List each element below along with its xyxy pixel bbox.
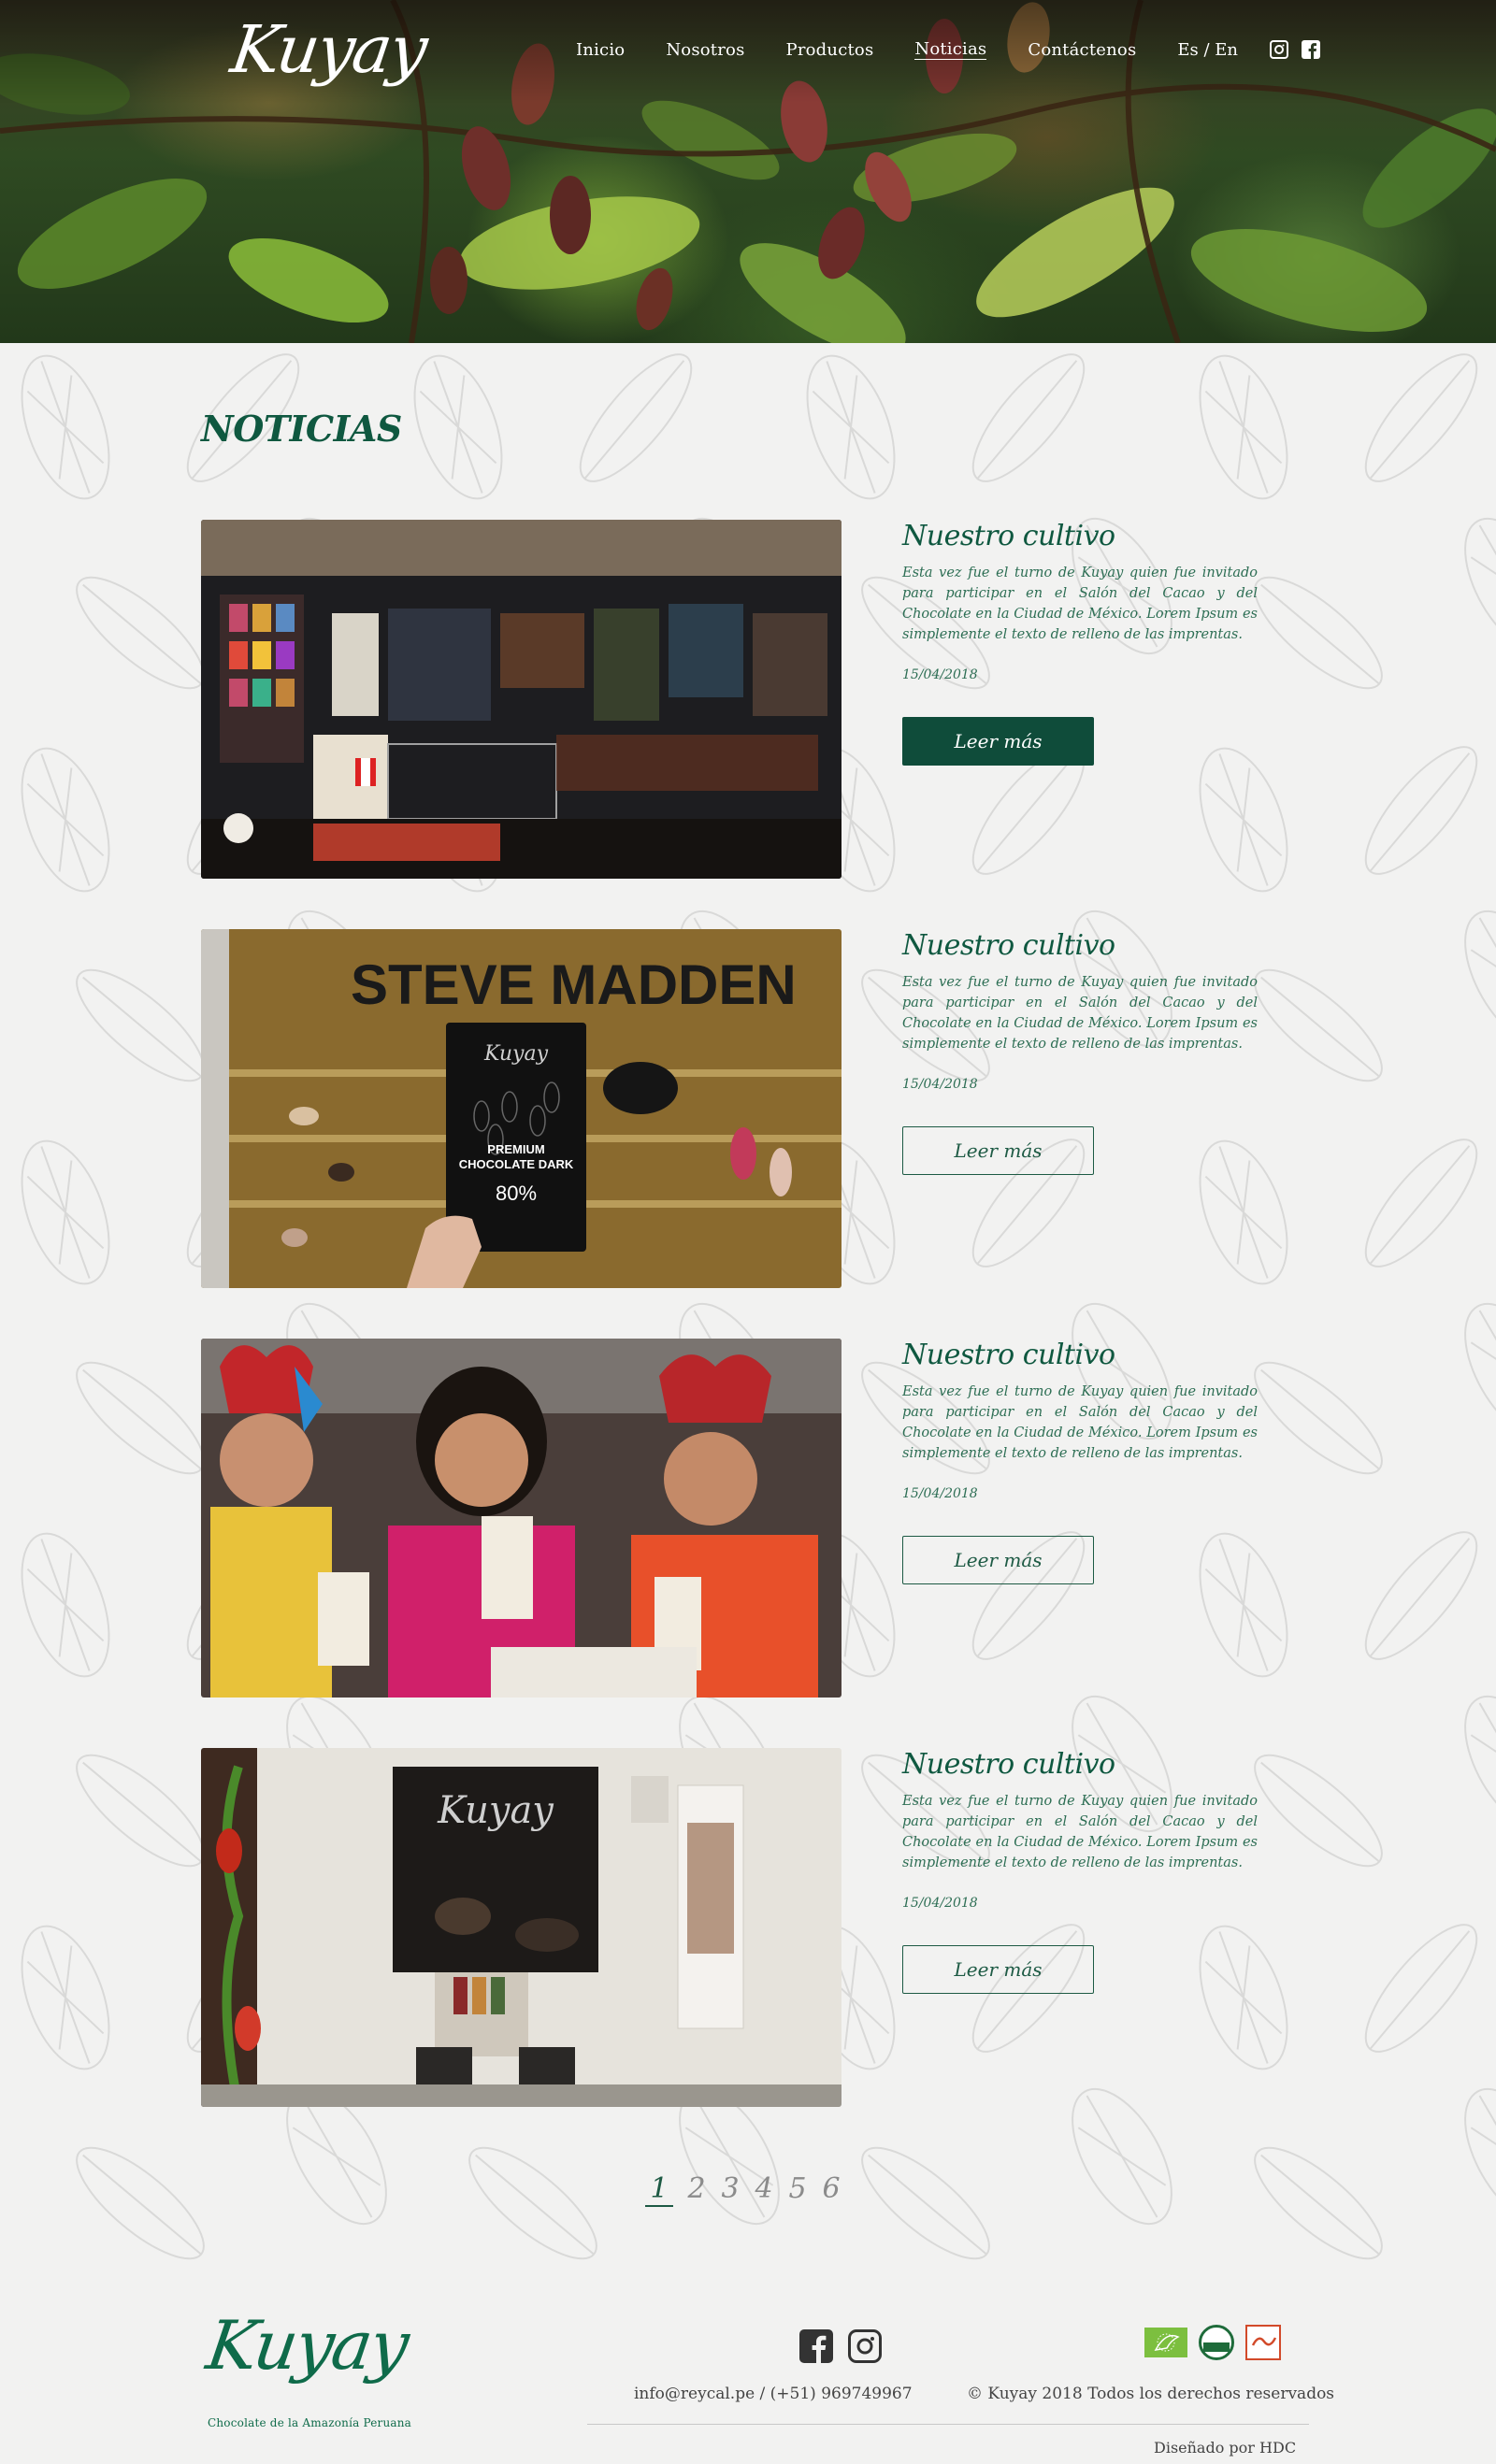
news-article: Nuestro cultivo Esta vez fue el turno de… xyxy=(201,1339,1286,1698)
hero-banner: Kuyay Inicio Nosotros Productos Noticias… xyxy=(0,0,1496,343)
article-excerpt: Esta vez fue el turno de Kuyay quien fue… xyxy=(902,1384,1258,1461)
article-title[interactable]: Nuestro cultivo xyxy=(902,1339,1115,1371)
news-article: STEVE MADDEN Kuyay PREMIUM CHOCOLATE DAR… xyxy=(201,929,1286,1288)
footer-logo[interactable]: Kuyay xyxy=(202,2306,412,2418)
facebook-icon[interactable] xyxy=(799,2329,833,2363)
news-article: Nuestro cultivo Esta vez fue el turno de… xyxy=(201,520,1286,879)
header-social xyxy=(1270,40,1321,59)
footer-tagline: Chocolate de la Amazonía Peruana xyxy=(208,2416,412,2429)
page-link-3[interactable]: 3 xyxy=(720,2172,741,2207)
article-excerpt: Esta vez fue el turno de Kuyay quien fue… xyxy=(902,1794,1258,1870)
eu-organic-badge xyxy=(1144,2328,1187,2357)
read-more-button[interactable]: Leer más xyxy=(902,717,1094,766)
footer-logo-text: Kuyay xyxy=(202,2306,412,2385)
article-date: 15/04/2018 xyxy=(902,1077,978,1092)
booth-brand-text: Kuyay xyxy=(437,1789,554,1832)
read-more-button[interactable]: Leer más xyxy=(902,1945,1094,1994)
page-link-1[interactable]: 1 xyxy=(645,2172,673,2207)
chocolate-label-line1: PREMIUM xyxy=(487,1142,544,1156)
article-title[interactable]: Nuestro cultivo xyxy=(902,520,1115,552)
main-nav: Inicio Nosotros Productos Noticias Contá… xyxy=(576,39,1321,60)
language-switch[interactable]: Es / En xyxy=(1177,40,1238,60)
instagram-icon[interactable] xyxy=(1270,40,1289,59)
footer-contact[interactable]: info@reycal.pe / (+51) 969749967 xyxy=(634,2385,913,2403)
nav-item-inicio[interactable]: Inicio xyxy=(576,40,625,60)
marca-peru-badge xyxy=(1245,2325,1281,2360)
article-date: 15/04/2018 xyxy=(902,1896,978,1911)
article-photo[interactable] xyxy=(201,520,842,879)
page-link-6[interactable]: 6 xyxy=(821,2172,842,2207)
article-excerpt: Esta vez fue el turno de Kuyay quien fue… xyxy=(902,975,1258,1052)
nav-item-contactenos[interactable]: Contáctenos xyxy=(1028,40,1136,60)
article-excerpt: Esta vez fue el turno de Kuyay quien fue… xyxy=(902,566,1258,642)
nav-item-productos[interactable]: Productos xyxy=(786,40,874,60)
article-title[interactable]: Nuestro cultivo xyxy=(902,929,1115,962)
usda-organic-badge xyxy=(1199,2325,1234,2360)
article-photo[interactable] xyxy=(201,1339,842,1698)
instagram-icon[interactable] xyxy=(848,2329,882,2363)
article-photo[interactable]: STEVE MADDEN Kuyay PREMIUM CHOCOLATE DAR… xyxy=(201,929,842,1288)
article-photo[interactable]: Kuyay xyxy=(201,1748,842,2107)
article-title[interactable]: Nuestro cultivo xyxy=(902,1748,1115,1781)
nav-item-noticias[interactable]: Noticias xyxy=(914,39,987,60)
article-date: 15/04/2018 xyxy=(902,667,978,682)
footer-social xyxy=(799,2329,882,2363)
footer-credit[interactable]: Diseñado por HDC xyxy=(1154,2439,1296,2457)
kuyay-logo[interactable]: Kuyay xyxy=(226,11,430,123)
article-date: 15/04/2018 xyxy=(902,1486,978,1501)
facebook-icon[interactable] xyxy=(1302,40,1321,59)
store-sign-text: STEVE MADDEN xyxy=(351,953,797,1016)
read-more-button[interactable]: Leer más xyxy=(902,1536,1094,1584)
footer-copyright: © Kuyay 2018 Todos los derechos reservad… xyxy=(967,2385,1335,2403)
chocolate-label-line2: CHOCOLATE DARK xyxy=(459,1157,574,1171)
footer: Kuyay Chocolate de la Amazonía Peruana i… xyxy=(0,2287,1496,2464)
certification-badges xyxy=(1144,2325,1281,2360)
nav-item-nosotros[interactable]: Nosotros xyxy=(666,40,744,60)
news-article: Kuyay Nuestro cultivo Esta vez fue el tu… xyxy=(201,1748,1286,2107)
read-more-button[interactable]: Leer más xyxy=(902,1126,1094,1175)
page-link-4[interactable]: 4 xyxy=(754,2172,774,2207)
page-link-5[interactable]: 5 xyxy=(787,2172,808,2207)
footer-divider xyxy=(587,2424,1309,2425)
chocolate-brand-text: Kuyay xyxy=(483,1042,549,1066)
page-link-2[interactable]: 2 xyxy=(686,2172,707,2207)
logo-text: Kuyay xyxy=(226,11,431,88)
pagination: 1 2 3 4 5 6 xyxy=(645,2172,842,2207)
chocolate-percentage: 80% xyxy=(496,1182,537,1205)
page-title: NOTICIAS xyxy=(201,408,402,450)
